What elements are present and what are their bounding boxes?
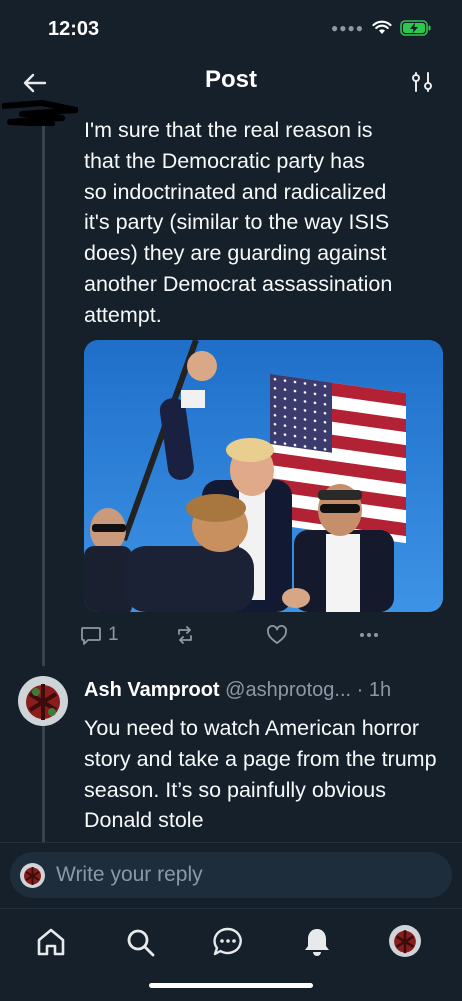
sliders-icon[interactable] [410,70,434,94]
post-text: I'm sure that the real reason is that th… [84,118,393,327]
repost-button[interactable] [174,624,196,646]
more-icon [360,633,378,637]
post-image[interactable] [84,340,443,612]
reply-composer[interactable]: Write your reply [10,852,452,898]
reply-header: Ash Vamproot @ashprotog... · 1h [84,679,454,702]
post-actions: 1 [80,624,390,650]
more-button[interactable] [358,624,380,646]
status-time: 12:03 [48,18,100,40]
home-indicator [149,983,313,988]
reply-timestamp: 1h [368,679,392,701]
thread-line [42,722,45,844]
reply-input[interactable]: Write your reply [56,863,203,887]
search-icon[interactable] [123,925,157,959]
wifi-icon [372,20,392,34]
page-title: Post [204,66,257,93]
reply-author-handle[interactable]: @ashprotog... [225,679,351,701]
signal-icon: ●●●● [331,21,364,35]
battery-charging-icon [400,20,431,36]
comment-icon [81,627,101,645]
reply-author-name[interactable]: Ash Vamproot [84,679,220,701]
reply-button[interactable]: 1 [80,624,119,646]
avatar [20,863,45,888]
status-icons: ●●●● [331,20,432,36]
bell-icon[interactable] [300,925,334,959]
reply-text: You need to watch American horror story … [84,716,437,833]
redaction-scribble [2,100,78,126]
thread-line [42,126,45,666]
profile-avatar[interactable] [389,925,421,957]
avatar[interactable] [18,676,68,726]
repost-icon [178,626,192,644]
heart-icon [267,625,287,644]
separator-dot: · [356,679,364,701]
reply-count: 1 [108,624,119,645]
status-bar: 12:03 ●●●● [0,0,462,60]
home-icon[interactable] [34,925,68,959]
like-button[interactable] [266,624,288,646]
chat-icon[interactable] [211,925,245,959]
